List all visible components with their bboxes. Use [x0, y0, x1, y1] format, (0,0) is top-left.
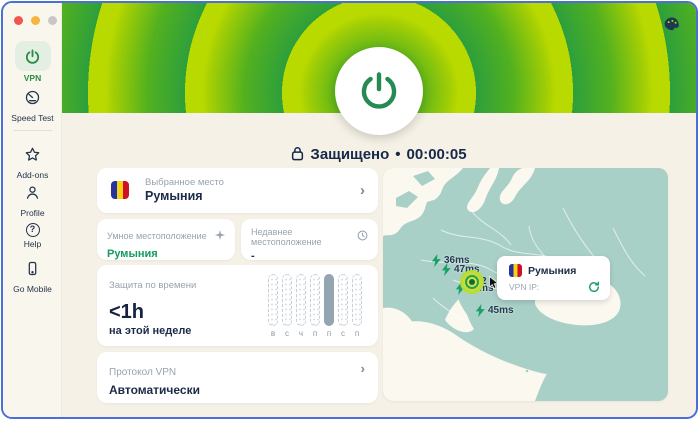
lightning-icon	[475, 304, 486, 317]
sidebar-item-label: VPN	[3, 73, 62, 83]
status-timer: 00:00:05	[407, 146, 467, 163]
weekly-bar-empty	[282, 274, 292, 326]
status-separator: •	[395, 146, 400, 163]
close-button[interactable]	[14, 16, 23, 25]
mouse-cursor	[489, 276, 499, 294]
sidebar: VPN Speed Test Add-ons	[3, 3, 62, 417]
sidebar-item-label: Go Mobile	[3, 284, 62, 294]
sidebar-item-vpn[interactable]: VPN	[3, 41, 62, 83]
sidebar-item-label: Help	[3, 239, 62, 249]
phone-icon	[24, 260, 41, 277]
connection-status: Защищено • 00:00:05	[62, 146, 696, 163]
connect-power-button[interactable]	[335, 47, 423, 135]
sidebar-divider	[13, 130, 52, 131]
speedometer-icon	[24, 89, 41, 106]
sidebar-item-add-ons[interactable]: Add-ons	[3, 146, 62, 180]
weekly-bars	[268, 274, 362, 326]
day-label: ч	[296, 329, 306, 338]
romania-flag-icon	[111, 181, 129, 199]
smart-location-value: Румыния	[107, 248, 225, 260]
recent-location-value: -	[251, 250, 368, 262]
weekly-bar-empty	[338, 274, 348, 326]
sidebar-item-label: Profile	[3, 208, 62, 218]
chevron-right-icon: ›	[360, 183, 365, 198]
weekly-bar-filled	[324, 274, 334, 326]
power-icon	[24, 48, 41, 65]
day-label: с	[338, 329, 348, 338]
protocol-value: Автоматически	[109, 383, 200, 397]
power-icon	[357, 68, 401, 115]
day-label: п	[310, 329, 320, 338]
sidebar-item-label: Add-ons	[3, 170, 62, 180]
zoom-button[interactable]	[48, 16, 57, 25]
vpn-protocol-card[interactable]: Протокол VPN › Автоматически	[97, 352, 378, 403]
sidebar-item-go-mobile[interactable]: Go Mobile	[3, 260, 62, 294]
help-icon: ?	[26, 223, 40, 237]
protection-period-label: на этой неделе	[109, 325, 191, 337]
sidebar-item-speed-test[interactable]: Speed Test	[3, 89, 62, 123]
app-window: VPN Speed Test Add-ons	[1, 1, 698, 419]
card-label: Выбранное место	[145, 177, 224, 188]
clock-icon	[357, 228, 368, 246]
day-label: в	[268, 329, 278, 338]
day-label: п	[324, 329, 334, 338]
sparkle-icon	[215, 227, 225, 245]
person-icon	[24, 184, 41, 201]
day-label: с	[282, 329, 292, 338]
sidebar-item-profile[interactable]: Profile	[3, 184, 62, 218]
status-label: Защищено	[310, 146, 389, 163]
recent-location-card[interactable]: Недавнее местоположение -	[241, 219, 378, 260]
card-label: Протокол VPN	[109, 367, 176, 378]
minimize-button[interactable]	[31, 16, 40, 25]
weekly-days: всчппсп	[268, 329, 362, 338]
selected-location-value: Румыния	[145, 189, 203, 203]
card-label: Защита по времени	[109, 280, 196, 291]
connected-location-marker[interactable]	[460, 270, 484, 294]
lightning-icon	[441, 263, 452, 276]
weekly-bar-empty	[352, 274, 362, 326]
ping-label: 45ms	[488, 305, 514, 316]
romania-flag-icon	[509, 264, 522, 277]
weekly-bar-empty	[310, 274, 320, 326]
star-icon	[24, 146, 41, 163]
protection-hours-value: <1h	[109, 301, 144, 324]
pulse-core	[469, 279, 475, 285]
weekly-bar-empty	[268, 274, 278, 326]
refresh-icon[interactable]	[588, 280, 600, 298]
tooltip-country: Румыния	[528, 265, 576, 277]
traffic-lights	[14, 16, 57, 25]
ping-marker: 45ms	[475, 304, 514, 317]
smart-location-card[interactable]: Умное местоположение Румыния	[97, 219, 235, 260]
map-panel[interactable]: 36ms 47ms 34ms 45ms 2 Румыния VPN IP:	[383, 168, 668, 401]
tooltip-ip-label: VPN IP:	[509, 282, 539, 292]
card-label: Умное местоположение	[107, 231, 207, 241]
weekly-bar-empty	[296, 274, 306, 326]
card-label: Недавнее местоположение	[251, 227, 357, 247]
selected-location-card[interactable]: Выбранное место Румыния ›	[97, 168, 378, 213]
location-tooltip: Румыния VPN IP:	[497, 256, 610, 300]
palette-icon[interactable]	[662, 15, 682, 35]
sidebar-item-label: Speed Test	[3, 113, 62, 123]
day-label: п	[352, 329, 362, 338]
time-protection-card: Защита по времени <1h на этой неделе всч…	[97, 265, 378, 346]
sidebar-item-help[interactable]: ? Help	[3, 223, 62, 249]
lock-icon	[291, 146, 304, 161]
chevron-right-icon: ›	[361, 362, 365, 375]
vpn-pill	[15, 41, 51, 71]
